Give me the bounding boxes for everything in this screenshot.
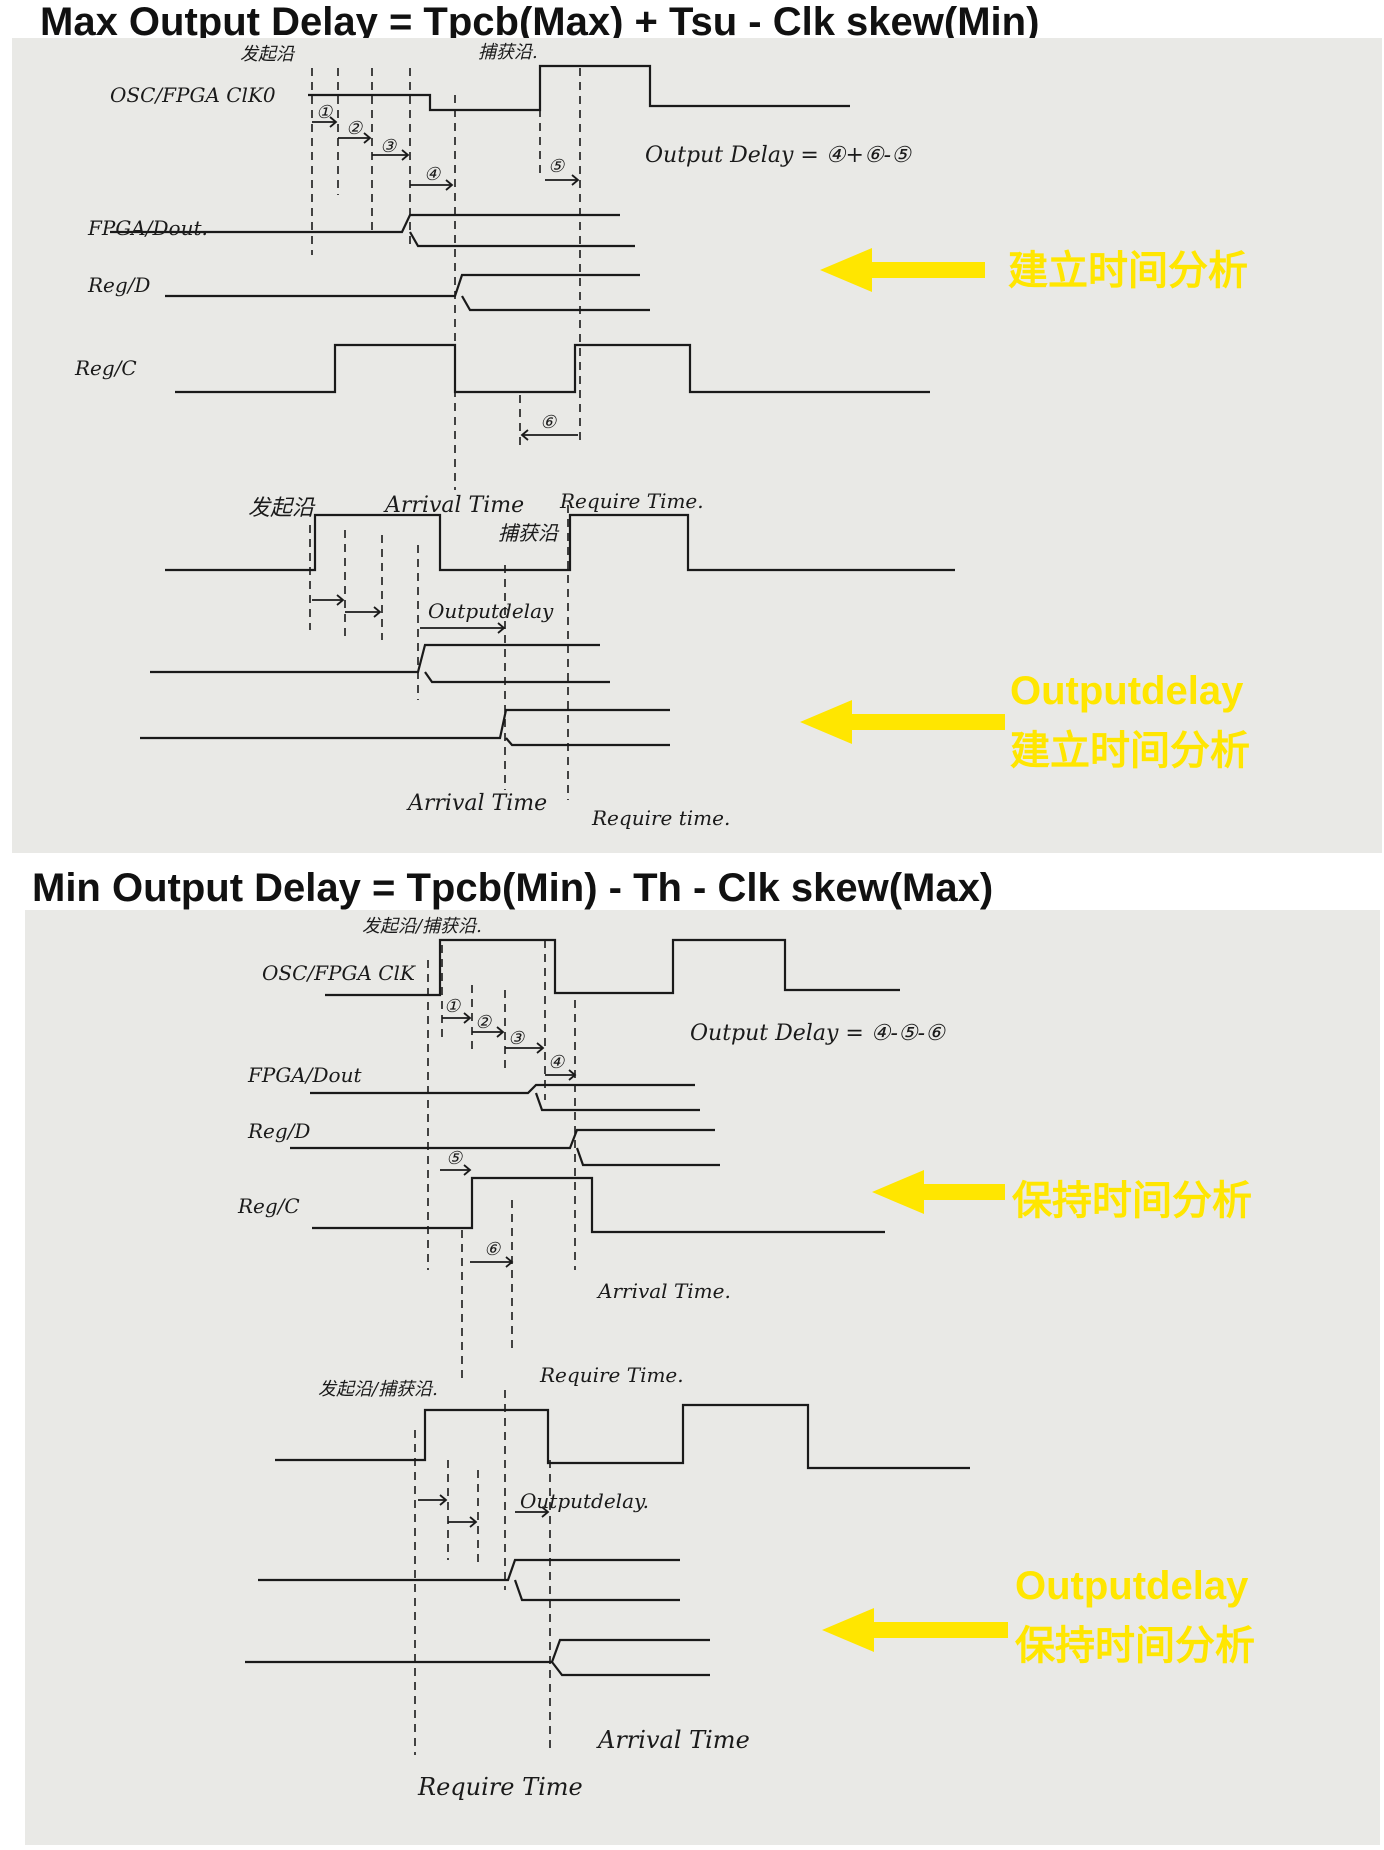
bottom-require2-label: Require Time	[417, 1773, 583, 1801]
bottom-callout-arrow-1	[872, 1170, 1005, 1214]
bottom-sig-regd: Reg/D	[247, 1119, 310, 1143]
bottom-dout-wave	[310, 1083, 700, 1112]
bottom-arrival2-label: Arrival Time	[596, 1726, 750, 1754]
bottom-marker-1: ①	[444, 996, 461, 1017]
bottom-formula: Output Delay = ④-⑤-⑥	[690, 1021, 946, 1046]
bottom-clk2-wave	[275, 1403, 970, 1470]
bottom-callout-outputdelay: Outputdelay	[1015, 1564, 1249, 1608]
bottom-arrival-label: Arrival Time.	[596, 1279, 731, 1303]
bottom-launch-capture2-label: 发起沿/捕获沿.	[318, 1379, 438, 1400]
bottom-sig-osc: OSC/FPGA ClK	[262, 961, 416, 985]
bottom-callout-hold2: 保持时间分析	[1015, 1623, 1255, 1669]
bottom-dout2-wave	[258, 1558, 680, 1602]
bottom-regc-wave	[312, 1176, 885, 1234]
bottom-sig-dout: FPGA/Dout	[247, 1063, 362, 1087]
bottom-marker-3: ③	[508, 1028, 525, 1049]
bottom-regd2-wave	[245, 1638, 710, 1677]
bottom-require-label: Require Time.	[539, 1363, 684, 1387]
bottom-callout-hold: 保持时间分析	[1012, 1178, 1252, 1224]
bottom-launch-capture-label: 发起沿/捕获沿.	[362, 916, 482, 937]
bottom-marker-2: ②	[475, 1012, 492, 1033]
bottom-marker-6: ⑥	[484, 1239, 501, 1260]
bottom-callout-arrow-2	[822, 1608, 1008, 1652]
bottom-sig-regc: Reg/C	[237, 1194, 300, 1218]
bottom-outputdelay-label: Outputdelay.	[520, 1489, 649, 1513]
bottom-regd-wave	[290, 1128, 720, 1167]
bottom-marker-4: ④	[548, 1052, 565, 1073]
bottom-marker-5: ⑤	[446, 1148, 463, 1169]
